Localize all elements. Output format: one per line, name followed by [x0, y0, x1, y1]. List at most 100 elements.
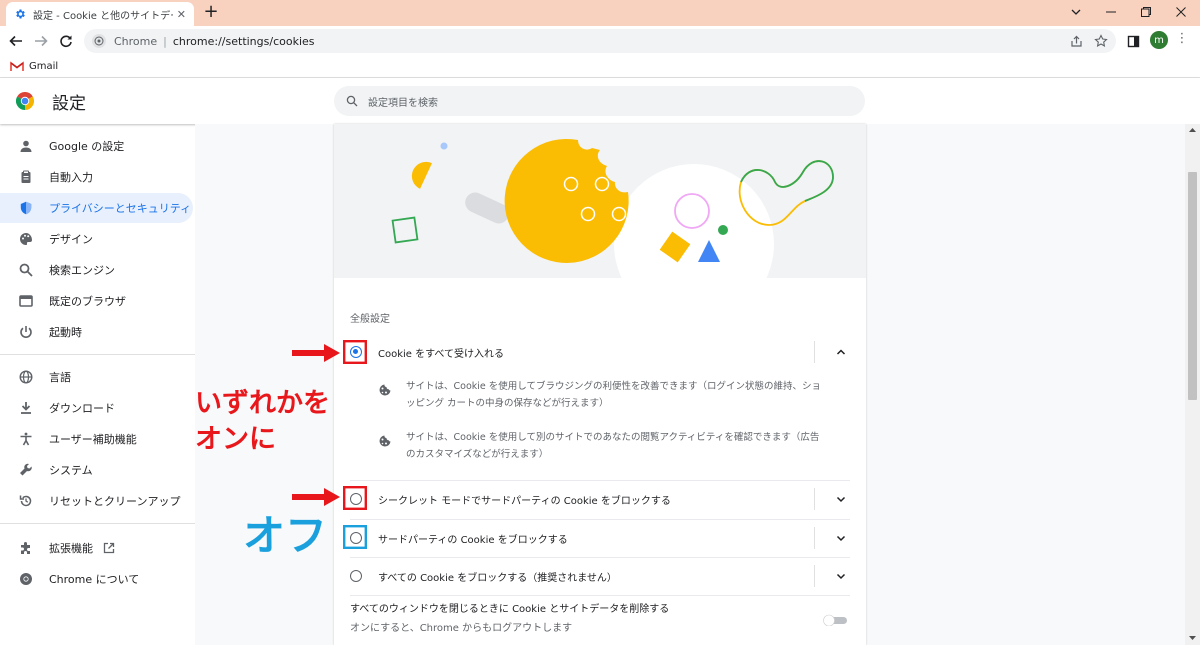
- sidebar-item-reset[interactable]: リセットとクリーンアップ: [0, 486, 193, 516]
- forward-button[interactable]: [29, 29, 53, 53]
- cookie-illustration: [334, 124, 866, 278]
- bookmark-star-icon[interactable]: [1093, 33, 1109, 49]
- option-label: サードパーティの Cookie をブロックする: [378, 534, 568, 546]
- settings-gear-icon: [14, 8, 26, 20]
- red-highlight-box-1: [343, 340, 367, 364]
- sidebar-item-google[interactable]: Google の設定: [0, 131, 193, 161]
- annotation-line: いずれかを: [195, 388, 330, 419]
- detail-line: のカスタマイズなどが行えます）: [406, 449, 549, 460]
- sidebar-item-label: 起動時: [49, 326, 82, 339]
- clear-on-exit-toggle[interactable]: [822, 614, 848, 626]
- menu-kebab-icon[interactable]: ⋮: [1174, 31, 1190, 51]
- detail-browsing: サイトは、Cookie を使用してブラウジングの利便性を改善できます（ログイン状…: [378, 378, 853, 412]
- sidebar-item-extensions[interactable]: 拡張機能: [0, 533, 193, 563]
- side-panel-icon[interactable]: [1125, 33, 1141, 49]
- annotation-turn-on: いずれかを オンに: [195, 386, 330, 458]
- sidebar-item-downloads[interactable]: ダウンロード: [0, 393, 193, 423]
- sidebar-item-about-chrome[interactable]: Chrome について: [0, 564, 193, 594]
- omnibox-label: Chrome: [114, 34, 158, 48]
- sidebar-item-on-startup[interactable]: 起動時: [0, 317, 193, 347]
- option-block-third-party-incognito[interactable]: シークレット モードでサードパーティの Cookie をブロックする: [334, 480, 866, 518]
- sidebar-item-label: ダウンロード: [49, 402, 115, 415]
- sidebar-item-label: 既定のブラウザ: [49, 295, 126, 308]
- download-icon: [19, 401, 33, 415]
- sidebar-item-autofill[interactable]: 自動入力: [0, 162, 193, 192]
- scroll-down-arrow-icon[interactable]: [1188, 635, 1197, 641]
- search-icon: [19, 263, 33, 277]
- bookmarks-bar: Gmail: [0, 56, 1200, 78]
- tab-close-icon[interactable]: ✕: [177, 8, 186, 21]
- annotation-off: オフ: [243, 511, 328, 560]
- detail-activity: サイトは、Cookie を使用して別のサイトでのあなたの閲覧アクティビティを確認…: [378, 429, 853, 463]
- settings-header: 設定 設定項目を検索: [0, 78, 1200, 124]
- sidebar-item-privacy[interactable]: プライバシーとセキュリティ: [0, 193, 193, 223]
- option-accept-all-cookies[interactable]: Cookie をすべて受け入れる: [334, 333, 866, 371]
- sidebar-item-system[interactable]: システム: [0, 455, 193, 485]
- option-label: Cookie をすべて受け入れる: [378, 348, 505, 360]
- chevron-down-icon[interactable]: [834, 569, 848, 583]
- minimize-button[interactable]: [1093, 0, 1129, 24]
- sidebar-item-accessibility[interactable]: ユーザー補助機能: [0, 424, 193, 454]
- reset-icon: [19, 494, 33, 508]
- tab-search-chevron-icon[interactable]: [1058, 0, 1094, 24]
- chevron-down-icon[interactable]: [834, 531, 848, 545]
- sidebar-item-label: 言語: [49, 371, 71, 384]
- chevron-up-icon[interactable]: [834, 345, 848, 359]
- sidebar-divider: [0, 523, 195, 524]
- option-label: シークレット モードでサードパーティの Cookie をブロックする: [378, 495, 671, 507]
- title-bar: 設定 - Cookie と他のサイトデータ ✕ +: [0, 0, 1200, 26]
- radio-block-all[interactable]: [350, 570, 362, 582]
- shield-icon: [19, 201, 33, 215]
- power-icon: [19, 325, 33, 339]
- option-block-third-party[interactable]: サードパーティの Cookie をブロックする: [334, 519, 866, 557]
- settings-search-input[interactable]: 設定項目を検索: [334, 86, 865, 116]
- clipboard-icon: [19, 170, 33, 184]
- clear-on-exit-title: すべてのウィンドウを閉じるときに Cookie とサイトデータを削除する: [350, 604, 670, 615]
- cookie-settings-card: 全般設定 Cookie をすべて受け入れる サイトは、Cookie を使用してブ…: [334, 124, 866, 645]
- palette-icon: [19, 232, 33, 246]
- share-icon[interactable]: [1068, 33, 1084, 49]
- clear-on-exit-setting: すべてのウィンドウを閉じるときに Cookie とサイトデータを削除する オンに…: [350, 600, 850, 634]
- scroll-up-arrow-icon[interactable]: [1188, 127, 1197, 133]
- sidebar-item-label: 検索エンジン: [49, 264, 115, 277]
- new-tab-button[interactable]: +: [200, 1, 222, 23]
- chevron-down-icon[interactable]: [834, 492, 848, 506]
- search-icon: [346, 92, 358, 111]
- browser-icon: [19, 294, 33, 308]
- sidebar-item-label: リセットとクリーンアップ: [49, 495, 181, 508]
- omnibox-separator: |: [163, 34, 167, 48]
- chrome-logo-icon: [15, 91, 35, 110]
- browser-toolbar: Chrome | chrome://settings/cookies m ⋮: [0, 26, 1200, 56]
- sidebar-item-appearance[interactable]: デザイン: [0, 224, 193, 254]
- sidebar-item-languages[interactable]: 言語: [0, 362, 193, 392]
- browser-tab[interactable]: 設定 - Cookie と他のサイトデータ ✕: [6, 2, 194, 26]
- close-window-button[interactable]: [1163, 0, 1199, 24]
- sidebar-item-search-engine[interactable]: 検索エンジン: [0, 255, 193, 285]
- page-title: 設定: [52, 94, 86, 114]
- browser-window: 設定 - Cookie と他のサイトデータ ✕ +: [0, 0, 1200, 645]
- reload-button[interactable]: [54, 29, 78, 53]
- sidebar-item-label: プライバシーとセキュリティ: [49, 202, 192, 215]
- sidebar-item-label: ユーザー補助機能: [49, 433, 137, 446]
- option-label: すべての Cookie をブロックする（推奨されません）: [378, 572, 617, 584]
- person-icon: [19, 139, 33, 153]
- search-placeholder: 設定項目を検索: [368, 97, 438, 109]
- row-separator: [814, 527, 815, 549]
- restore-button[interactable]: [1128, 0, 1164, 24]
- sidebar-item-default-browser[interactable]: 既定のブラウザ: [0, 286, 193, 316]
- clear-on-exit-subtitle: オンにすると、Chrome からもログアウトします: [350, 623, 573, 634]
- puzzle-icon: [19, 541, 33, 555]
- divider: [350, 595, 850, 596]
- tab-title: 設定 - Cookie と他のサイトデータ: [33, 10, 173, 22]
- sidebar-item-label: デザイン: [49, 233, 93, 246]
- bookmark-gmail[interactable]: Gmail: [29, 61, 58, 72]
- external-link-icon: [103, 539, 115, 558]
- scrollbar-thumb[interactable]: [1188, 172, 1197, 400]
- red-highlight-box-2: [343, 486, 367, 510]
- row-separator: [814, 488, 815, 510]
- address-bar[interactable]: Chrome | chrome://settings/cookies: [84, 29, 1116, 53]
- profile-avatar[interactable]: m: [1150, 31, 1168, 49]
- back-button[interactable]: [4, 29, 28, 53]
- chrome-site-icon[interactable]: [92, 34, 106, 48]
- option-block-all-cookies[interactable]: すべての Cookie をブロックする（推奨されません）: [334, 557, 866, 595]
